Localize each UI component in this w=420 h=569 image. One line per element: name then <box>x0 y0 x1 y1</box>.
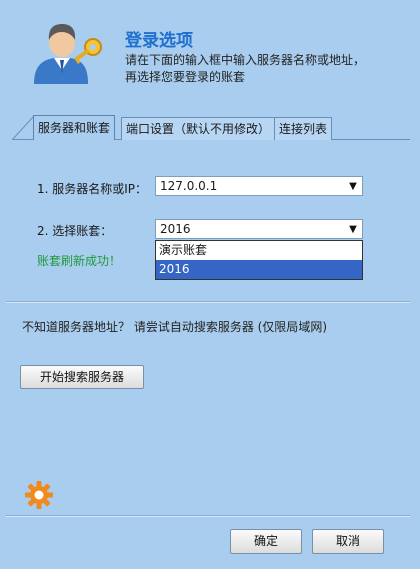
tab-connection-list[interactable]: 连接列表 <box>274 117 333 140</box>
chevron-down-icon[interactable]: ▼ <box>344 177 362 195</box>
server-label: 1. 服务器名称或IP： <box>37 182 148 196</box>
account-dropdown-list: 演示账套 2016 <box>155 240 363 280</box>
tab-bar: 服务器和账套 端口设置（默认不用修改） 连接列表 <box>0 115 420 140</box>
description-line: 再选择您要登录的账套 <box>125 70 246 84</box>
account-label: 2. 选择账套： <box>37 224 113 238</box>
dropdown-option[interactable]: 演示账套 <box>156 241 362 260</box>
cancel-button[interactable]: 取消 <box>312 529 384 554</box>
status-message: 账套刷新成功！ <box>37 254 122 268</box>
search-hint: 不知道服务器地址？ 请尝试自动搜索服务器 (仅限局域网) <box>22 320 327 334</box>
gear-icon[interactable] <box>24 480 54 510</box>
account-value: 2016 <box>160 222 191 236</box>
description-line: 请在下面的输入框中输入服务器名称或地址， <box>125 53 366 67</box>
server-combobox[interactable]: 127.0.0.1 ▼ <box>155 176 363 196</box>
chevron-down-icon[interactable]: ▼ <box>344 220 362 238</box>
tab-slant-decoration <box>12 115 35 140</box>
divider <box>6 301 410 303</box>
dialog-description: 请在下面的输入框中输入服务器名称或地址， 再选择您要登录的账套 <box>125 52 415 86</box>
tab-port-settings[interactable]: 端口设置（默认不用修改） <box>121 117 276 140</box>
dialog-title: 登录选项 <box>125 31 193 51</box>
footer-divider <box>6 515 410 517</box>
server-value: 127.0.0.1 <box>160 179 218 193</box>
user-key-icon <box>30 20 104 84</box>
ok-button[interactable]: 确定 <box>230 529 302 554</box>
start-search-button[interactable]: 开始搜索服务器 <box>20 365 144 389</box>
account-combobox[interactable]: 2016 ▼ <box>155 219 363 239</box>
dropdown-option-selected[interactable]: 2016 <box>156 260 362 279</box>
tab-server-account[interactable]: 服务器和账套 <box>33 115 116 140</box>
